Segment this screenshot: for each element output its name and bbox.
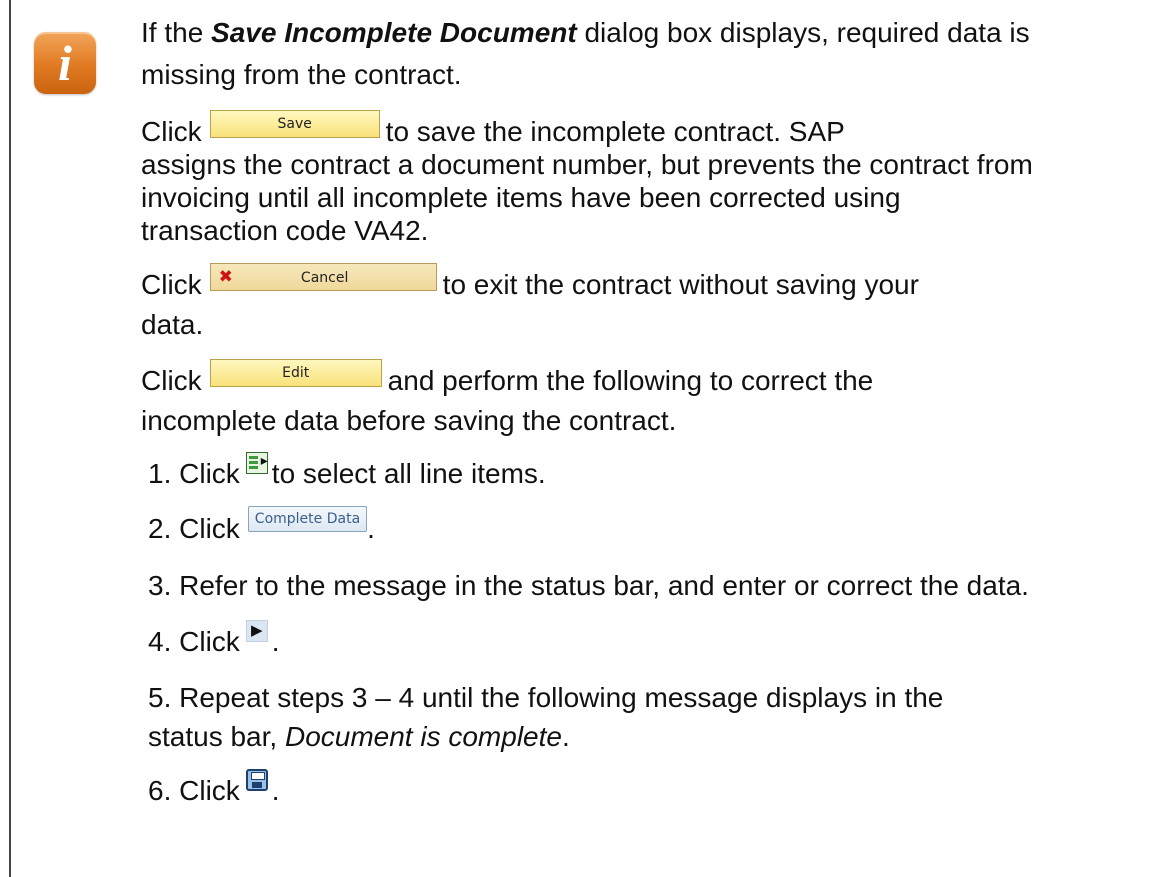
step-5-line-1: 5. Repeat steps 3 – 4 until the followin… [148, 682, 944, 713]
cancel-click-text: Click [141, 269, 202, 300]
edit-line1-rest: and perform the following to correct the [387, 365, 874, 396]
info-note: i If the Save Incomplete Document dialog… [0, 0, 1173, 877]
cancel-button[interactable]: ✖ Cancel [209, 263, 437, 291]
intro-line1-suffix: dialog box displays, required data is [576, 17, 1030, 48]
edit-line-1: Click Edit and perform the following to co… [141, 359, 1166, 400]
step-6-suffix: . [271, 775, 280, 806]
step-4-suffix: . [271, 626, 280, 657]
step-5-suffix: . [561, 721, 570, 752]
step-1-suffix: to select all line items. [271, 458, 546, 489]
save-line1-rest: to save the incomplete contract. SAP [385, 116, 845, 147]
status-message: Document is complete [284, 721, 562, 752]
cancel-line-1: Click ✖ Cancel to exit the contract without… [141, 263, 1166, 304]
step-6-prefix: 6. Click [148, 775, 240, 806]
step-4: 4. Click ▶. [148, 620, 280, 661]
step-1-prefix: 1. Click [148, 458, 240, 489]
cancel-x-icon: ✖ [218, 267, 233, 287]
save-disk-icon[interactable] [245, 769, 268, 791]
step-2-suffix: . [367, 513, 375, 544]
save-button[interactable]: Save [209, 110, 380, 138]
step-4-prefix: 4. Click [148, 626, 240, 657]
edit-line-2: incomplete data before saving the contra… [141, 405, 677, 436]
cancel-button-label: Cancel [300, 270, 349, 286]
step-5-line-2: status bar, Document is complete. [148, 718, 570, 756]
step-3: 3. Refer to the message in the status ba… [148, 570, 1029, 601]
next-arrow-icon[interactable]: ▶ [245, 620, 268, 642]
step-2: 2. Click Complete Data. [148, 506, 375, 548]
intro-prefix: If the [141, 17, 212, 48]
edit-click-text: Click [141, 365, 202, 396]
save-line-4: transaction code VA42. [141, 215, 429, 246]
cancel-line-2: data. [141, 309, 204, 340]
note-left-border [9, 0, 11, 877]
cancel-line1-rest: to exit the contract without saving your [442, 269, 919, 300]
edit-button[interactable]: Edit [209, 359, 382, 387]
step-5-prefix: status bar, [148, 721, 285, 752]
intro-line-1: If the Save Incomplete Document dialog b… [141, 14, 1166, 52]
step-2-prefix: 2. Click [148, 513, 240, 544]
select-all-icon[interactable] [245, 441, 268, 479]
step-1: 1. Click to select all line items. [148, 441, 546, 493]
info-icon: i [34, 32, 96, 94]
save-click-text: Click [141, 116, 202, 147]
step-6: 6. Click. [148, 769, 280, 810]
intro-line-2: missing from the contract. [141, 59, 462, 90]
dialog-name: Save Incomplete Document [211, 17, 577, 48]
complete-data-button[interactable]: Complete Data [247, 506, 368, 532]
